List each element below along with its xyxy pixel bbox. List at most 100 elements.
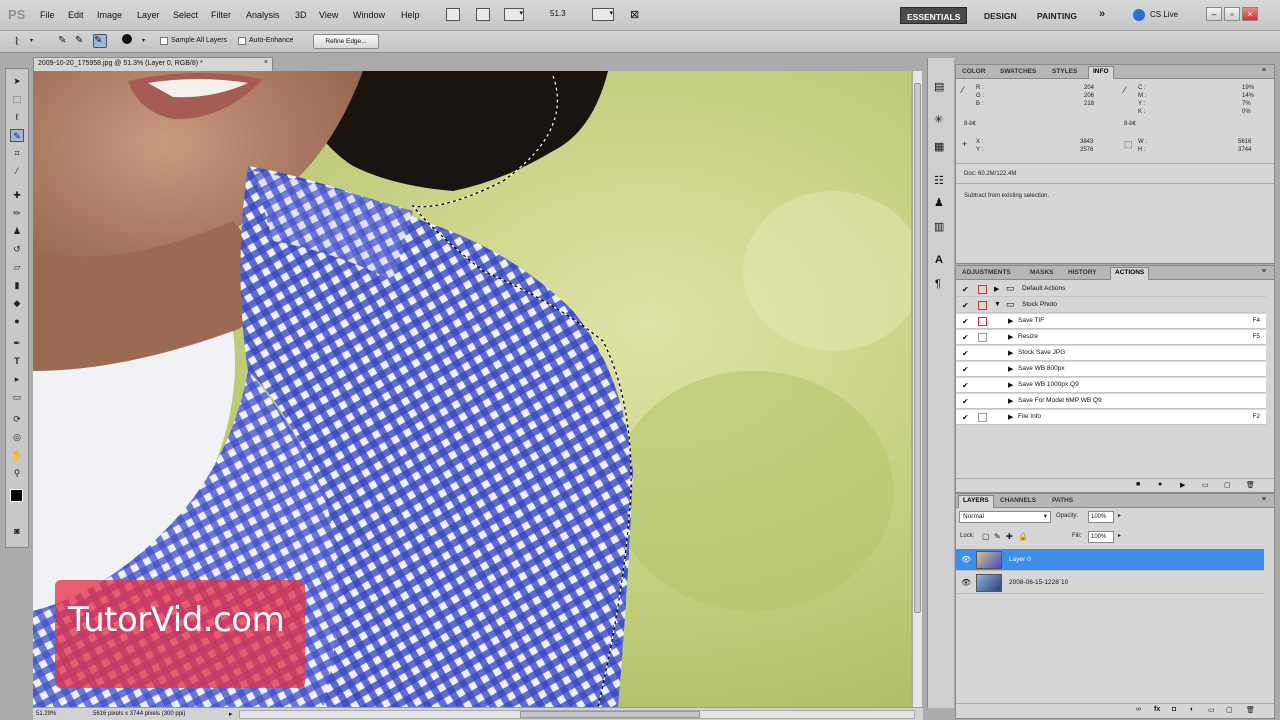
vertical-scroll-thumb[interactable] <box>914 83 921 613</box>
menu-select[interactable]: Select <box>173 10 198 20</box>
arrange-documents-icon[interactable]: ▾ <box>592 8 614 21</box>
action-row[interactable]: ✔ ▶ Stock Save JPG <box>956 346 1266 361</box>
layer-row[interactable]: 👁 2008-06-15-1228`10 <box>956 572 1264 594</box>
menu-help[interactable]: Help <box>401 10 420 20</box>
zoom-level[interactable]: 51.3 <box>550 9 566 18</box>
character-panel-icon[interactable]: A <box>935 254 943 266</box>
actions-panel-menu-icon[interactable]: ≡ <box>1262 268 1266 275</box>
layer-name[interactable]: 2008-06-15-1228`10 <box>1009 579 1068 586</box>
panel-menu-icon[interactable]: ≡ <box>1262 67 1266 74</box>
tab-swatches[interactable]: SWATCHES <box>996 67 1040 76</box>
action-set-row[interactable]: ✔ ▶ ▭ Default Actions <box>956 282 1266 297</box>
dialog-toggle-icon[interactable] <box>978 317 987 326</box>
action-row[interactable]: ✔ ▶ Save WB 1000px Q9 <box>956 378 1266 393</box>
fill-input[interactable]: 100% <box>1088 531 1114 543</box>
hand-tool-icon[interactable]: ✋ <box>10 449 24 462</box>
new-action-icon[interactable]: ▢ <box>1224 481 1231 489</box>
expand-arrow-icon[interactable]: ▶ <box>1008 365 1013 373</box>
history-brush-tool-icon[interactable]: ↺ <box>10 243 24 256</box>
fill-chevron-icon[interactable]: ▸ <box>1118 532 1121 539</box>
action-row[interactable]: ✔ ▶ Save For Model 6MP WB Q9 <box>956 394 1266 409</box>
action-row[interactable]: ✔ ▶ Resize F5 <box>956 330 1266 345</box>
tab-info[interactable]: INFO <box>1088 66 1114 79</box>
opacity-input[interactable]: 100% <box>1088 511 1114 523</box>
type-tool-icon[interactable]: T <box>10 355 24 368</box>
clone-stamp-tool-icon[interactable]: ♟ <box>10 225 24 238</box>
tab-actions[interactable]: ACTIONS <box>1110 267 1150 280</box>
dialog-toggle-icon[interactable] <box>978 333 987 342</box>
delete-action-icon[interactable]: 🗑 <box>1246 481 1255 489</box>
menu-view[interactable]: View <box>319 10 338 20</box>
healing-brush-tool-icon[interactable]: ✚ <box>10 189 24 202</box>
action-toggle-icon[interactable]: ✔ <box>962 285 971 294</box>
add-to-selection-icon[interactable]: ✎ <box>75 35 89 49</box>
status-menu-icon[interactable]: ▸ <box>229 710 233 718</box>
zoom-status[interactable]: 51.29% <box>36 711 56 717</box>
dialog-toggle-icon[interactable] <box>978 365 987 374</box>
view-extras-icon[interactable]: ▾ <box>504 8 524 21</box>
action-toggle-icon[interactable]: ✔ <box>962 413 971 422</box>
quick-selection-tool-icon[interactable]: ⌇ <box>14 35 28 49</box>
tab-color[interactable]: COLOR <box>958 67 989 76</box>
move-tool-icon[interactable]: ➤ <box>10 75 24 88</box>
adjustment-layer-icon[interactable]: ◐ <box>1190 706 1194 713</box>
clone-source-panel-icon[interactable]: ♟ <box>934 196 944 209</box>
menu-window[interactable]: Window <box>353 10 385 20</box>
stop-recording-icon[interactable]: ■ <box>1136 481 1140 488</box>
histogram-panel-icon[interactable]: ▦ <box>934 140 944 153</box>
expand-arrow-icon[interactable]: ▶ <box>1008 333 1013 341</box>
tab-layers[interactable]: LAYERS <box>958 495 994 508</box>
workspace-essentials[interactable]: ESSENTIALS <box>900 7 968 24</box>
horizontal-scrollbar[interactable] <box>239 710 915 719</box>
dialog-toggle-icon[interactable] <box>978 349 987 358</box>
blur-tool-icon[interactable]: ◆ <box>10 297 24 310</box>
workspace-more[interactable]: » <box>1093 7 1111 24</box>
quick-mask-icon[interactable]: ◙ <box>10 525 24 538</box>
action-row[interactable]: ✔ ▶ Save WB 800px <box>956 362 1266 377</box>
tab-history[interactable]: HISTORY <box>1064 268 1101 277</box>
layer-row[interactable]: 👁 Layer 0 <box>956 549 1264 571</box>
dialog-toggle-icon[interactable] <box>978 285 987 294</box>
minibridge-icon[interactable] <box>476 8 490 21</box>
new-group-icon[interactable]: ▭ <box>1208 706 1215 714</box>
visibility-eye-icon[interactable]: 👁 <box>961 578 971 587</box>
action-toggle-icon[interactable]: ✔ <box>962 317 971 326</box>
3d-orbit-tool-icon[interactable]: ◎ <box>10 431 24 444</box>
dodge-tool-icon[interactable]: ● <box>10 315 24 328</box>
action-toggle-icon[interactable]: ✔ <box>962 365 971 374</box>
workspace-design[interactable]: DESIGN <box>978 7 1023 24</box>
dialog-toggle-icon[interactable] <box>978 381 987 390</box>
document-close-icon[interactable]: × <box>264 59 268 66</box>
crop-tool-icon[interactable]: ⌗ <box>10 147 24 160</box>
new-layer-icon[interactable]: ▢ <box>1226 706 1233 714</box>
action-row[interactable]: ✔ ▶ Save TIF F4 <box>956 314 1266 329</box>
lock-transparent-icon[interactable]: ▢ <box>982 532 990 541</box>
action-set-row[interactable]: ✔ ▼ ▭ Stock Photo <box>956 298 1266 313</box>
brush-tool-icon[interactable]: ✏ <box>10 207 24 220</box>
menu-edit[interactable]: Edit <box>68 10 84 20</box>
tab-paths[interactable]: PATHS <box>1048 496 1077 505</box>
action-toggle-icon[interactable]: ✔ <box>962 349 971 358</box>
3d-rotate-tool-icon[interactable]: ⟳ <box>10 413 24 426</box>
sample-all-layers-checkbox[interactable] <box>160 37 168 45</box>
foreground-color-swatch[interactable] <box>10 489 23 502</box>
action-toggle-icon[interactable]: ✔ <box>962 381 971 390</box>
add-mask-icon[interactable]: ◘ <box>1172 706 1176 713</box>
link-layers-icon[interactable]: ∞ <box>1136 706 1141 713</box>
blend-mode-select[interactable]: Normal ▾ <box>959 511 1051 523</box>
screen-mode-icon[interactable]: ⊠ <box>630 8 652 21</box>
delete-layer-icon[interactable]: 🗑 <box>1246 706 1255 714</box>
menu-file[interactable]: File <box>40 10 55 20</box>
menu-3d[interactable]: 3D <box>295 10 307 20</box>
action-row[interactable]: ✔ ▶ File Info F2 <box>956 410 1266 425</box>
expand-arrow-icon[interactable]: ▶ <box>1008 381 1013 389</box>
dialog-toggle-icon[interactable] <box>978 301 987 310</box>
eraser-tool-icon[interactable]: ▱ <box>10 261 24 274</box>
cs-live-button[interactable]: CS Live <box>1150 10 1178 19</box>
tab-adjustments[interactable]: ADJUSTMENTS <box>958 268 1015 277</box>
menu-filter[interactable]: Filter <box>211 10 231 20</box>
action-toggle-icon[interactable]: ✔ <box>962 301 971 310</box>
zoom-tool-icon[interactable]: ⚲ <box>10 467 24 480</box>
layer-style-icon[interactable]: fx <box>1154 706 1160 713</box>
record-icon[interactable]: ● <box>1158 481 1162 488</box>
